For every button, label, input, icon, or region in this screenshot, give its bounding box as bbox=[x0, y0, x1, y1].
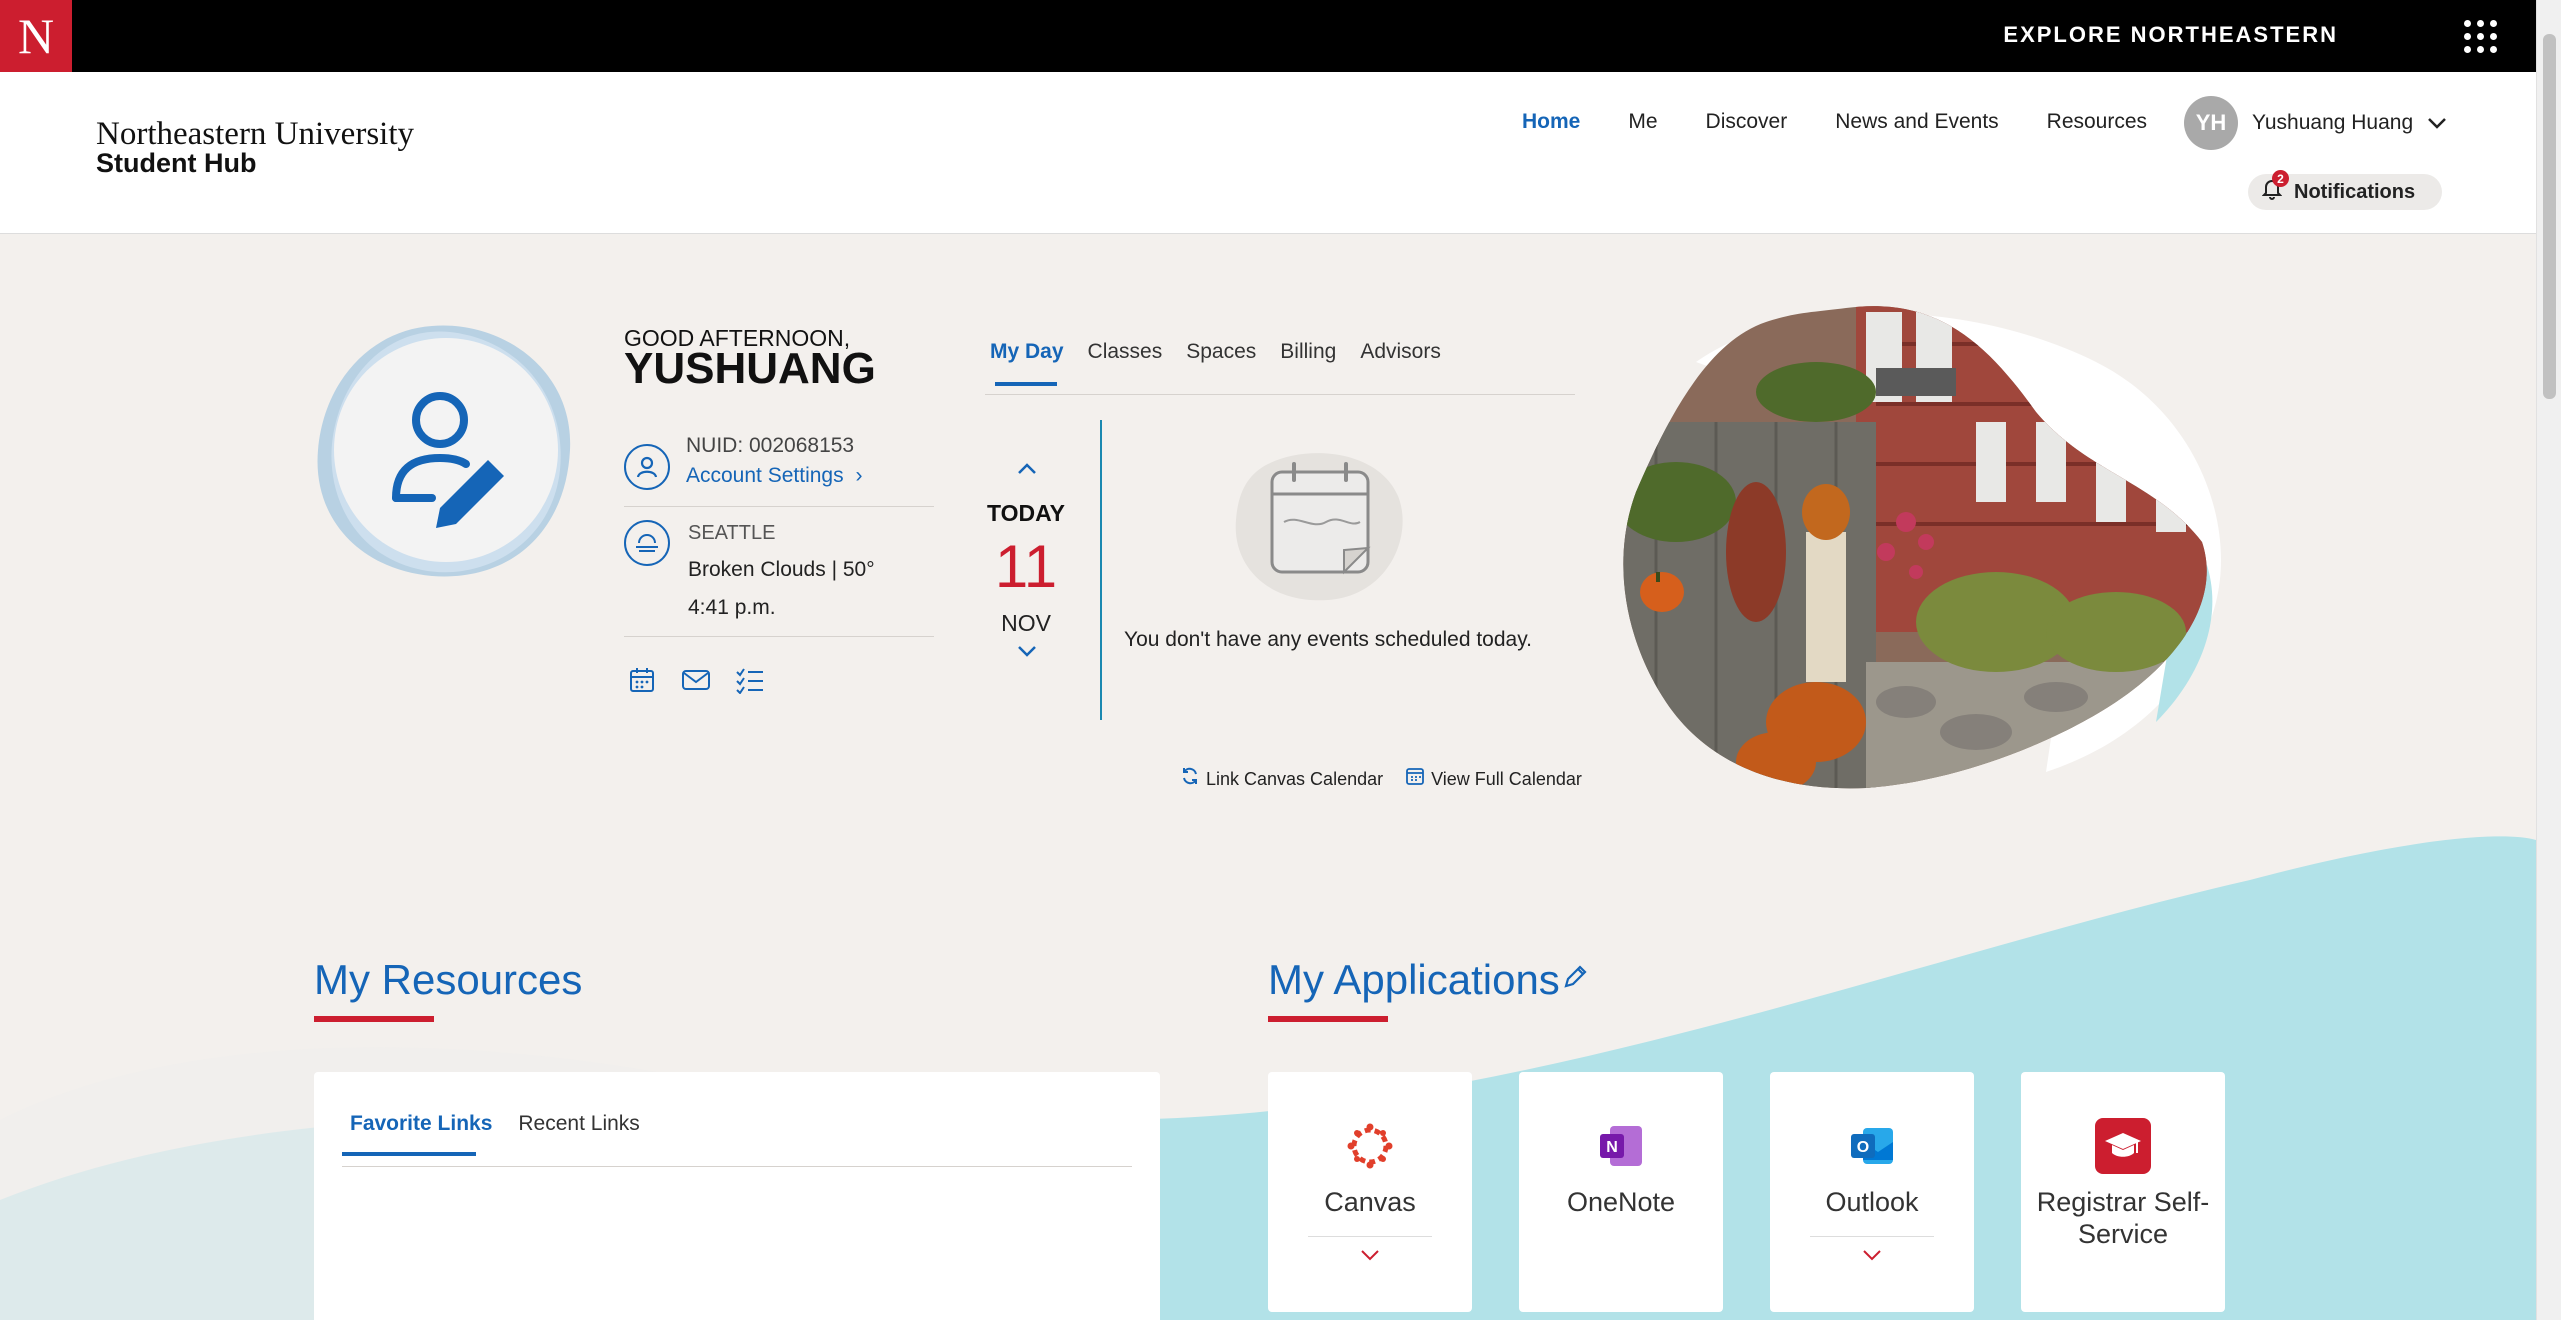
outlook-icon: O bbox=[1844, 1118, 1900, 1174]
site-header: Northeastern University Student Hub Home… bbox=[0, 72, 2536, 234]
bell-icon: 2 bbox=[2261, 170, 2289, 206]
brand-student-hub[interactable]: Student Hub bbox=[96, 148, 256, 179]
title-underline bbox=[1268, 1016, 1388, 1022]
edit-pencil-icon[interactable] bbox=[1560, 962, 1590, 992]
calendar-icon[interactable] bbox=[626, 664, 658, 696]
account-settings-link[interactable]: Account Settings › bbox=[686, 464, 862, 488]
app-card-onenote[interactable]: N OneNote bbox=[1519, 1072, 1723, 1312]
nav-discover[interactable]: Discover bbox=[1706, 110, 1788, 134]
app-name: Canvas bbox=[1324, 1187, 1416, 1217]
tab-billing[interactable]: Billing bbox=[1280, 340, 1336, 364]
greeting-name: YUSHUANG bbox=[624, 344, 876, 393]
divider bbox=[624, 636, 934, 637]
svg-text:N: N bbox=[1606, 1139, 1618, 1156]
view-full-calendar[interactable]: View Full Calendar bbox=[1431, 769, 1582, 790]
tabs-divider bbox=[985, 394, 1575, 395]
notification-count-badge: 2 bbox=[2272, 170, 2289, 187]
app-name: Registrar Self-Service bbox=[2036, 1187, 2210, 1249]
user-icon bbox=[624, 444, 670, 490]
nuid-text: NUID: 002068153 bbox=[686, 434, 855, 457]
quick-icons bbox=[626, 664, 766, 696]
date-month: NOV bbox=[1001, 610, 1051, 636]
app-card-registrar[interactable]: Registrar Self-Service bbox=[2021, 1072, 2225, 1312]
chevron-right-icon: › bbox=[855, 464, 863, 487]
local-time: 4:41 p.m. bbox=[688, 596, 776, 619]
date-divider bbox=[1100, 420, 1102, 720]
nav-news-and-events[interactable]: News and Events bbox=[1835, 110, 1998, 134]
onenote-icon: N bbox=[1593, 1118, 1649, 1174]
date-day: 11 bbox=[994, 533, 1058, 600]
title-underline bbox=[314, 1016, 434, 1022]
active-tab-indicator bbox=[995, 382, 1057, 386]
top-bar: N EXPLORE NORTHEASTERN bbox=[0, 0, 2536, 72]
chevron-down-icon[interactable] bbox=[1268, 1244, 1472, 1267]
nav-home[interactable]: Home bbox=[1522, 110, 1580, 134]
active-tab-indicator bbox=[342, 1152, 476, 1156]
user-menu[interactable]: YH Yushuang Huang bbox=[2184, 96, 2447, 150]
checklist-icon[interactable] bbox=[734, 664, 766, 696]
weather-condition: Broken Clouds | 50° bbox=[688, 558, 875, 581]
avatar: YH bbox=[2184, 96, 2238, 150]
weather-city: SEATTLE bbox=[688, 522, 776, 544]
apps-grid-icon[interactable] bbox=[2464, 20, 2498, 54]
tab-recent-links[interactable]: Recent Links bbox=[518, 1112, 639, 1136]
day-tabs: My Day Classes Spaces Billing Advisors bbox=[990, 340, 1465, 364]
app-card-canvas[interactable]: Canvas bbox=[1268, 1072, 1472, 1312]
svg-text:O: O bbox=[1857, 1139, 1869, 1156]
notifications-label: Notifications bbox=[2294, 180, 2416, 203]
chevron-down-icon bbox=[2428, 118, 2447, 129]
calendar-icon bbox=[1405, 766, 1425, 792]
resources-card: Favorite Links Recent Links bbox=[314, 1072, 1160, 1320]
campus-photo bbox=[1623, 306, 2221, 789]
tabs-divider bbox=[342, 1166, 1132, 1167]
app-name: Outlook bbox=[1825, 1187, 1919, 1217]
chevron-down-icon[interactable] bbox=[1016, 644, 1038, 658]
sync-icon bbox=[1180, 766, 1200, 792]
northeastern-logo[interactable]: N bbox=[0, 0, 72, 72]
account-settings-label: Account Settings bbox=[686, 464, 844, 487]
my-applications-title: My Applications bbox=[1268, 956, 1560, 1003]
tab-advisors[interactable]: Advisors bbox=[1360, 340, 1441, 364]
scrollbar-thumb[interactable] bbox=[2543, 34, 2556, 399]
divider bbox=[624, 506, 934, 507]
tab-spaces[interactable]: Spaces bbox=[1186, 340, 1256, 364]
app-card-outlook[interactable]: O Outlook bbox=[1770, 1072, 1974, 1312]
profile-avatar-edit[interactable] bbox=[312, 320, 574, 582]
resource-tabs: Favorite Links Recent Links bbox=[350, 1112, 666, 1136]
chevron-up-icon[interactable] bbox=[1016, 462, 1038, 476]
empty-calendar-illustration bbox=[1235, 453, 1403, 601]
user-name: Yushuang Huang bbox=[2252, 111, 2414, 134]
chevron-down-icon[interactable] bbox=[1770, 1244, 1974, 1267]
app-name: OneNote bbox=[1566, 1187, 1676, 1217]
explore-northeastern-link[interactable]: EXPLORE NORTHEASTERN bbox=[2003, 22, 2338, 48]
no-events-message: You don't have any events scheduled toda… bbox=[1124, 628, 1532, 651]
today-label: TODAY bbox=[987, 500, 1065, 526]
nav-me[interactable]: Me bbox=[1628, 110, 1657, 134]
tab-classes[interactable]: Classes bbox=[1088, 340, 1163, 364]
weather-icon bbox=[624, 520, 670, 566]
graduation-cap-icon bbox=[2095, 1118, 2151, 1174]
nav-resources[interactable]: Resources bbox=[2047, 110, 2147, 134]
link-canvas-calendar[interactable]: Link Canvas Calendar bbox=[1206, 769, 1383, 790]
notifications-button[interactable]: 2 Notifications bbox=[2248, 170, 2442, 210]
divider bbox=[1308, 1236, 1432, 1237]
calendar-links: Link Canvas Calendar View Full Calendar bbox=[1180, 766, 1582, 792]
my-resources-title: My Resources bbox=[314, 956, 583, 1003]
tab-my-day[interactable]: My Day bbox=[990, 340, 1064, 364]
main-nav: Home Me Discover News and Events Resourc… bbox=[1522, 110, 2195, 134]
tab-favorite-links[interactable]: Favorite Links bbox=[350, 1112, 492, 1136]
canvas-icon bbox=[1342, 1118, 1398, 1174]
page-scrollbar[interactable] bbox=[2536, 0, 2561, 1320]
divider bbox=[1810, 1236, 1934, 1237]
mail-icon[interactable] bbox=[680, 664, 712, 696]
